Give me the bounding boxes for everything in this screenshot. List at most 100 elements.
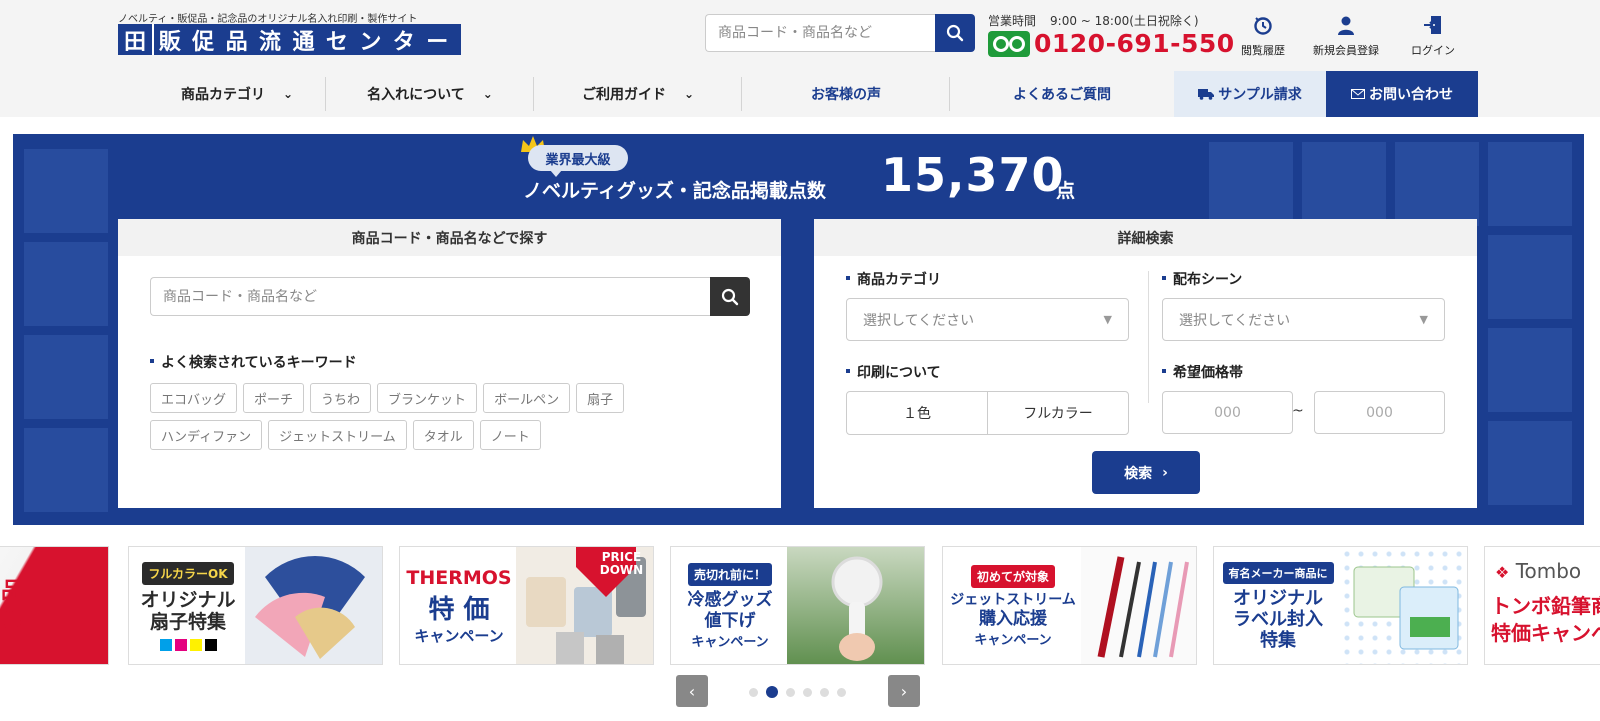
price-min-input[interactable] [1162, 391, 1293, 434]
slide-text: フルカラーOK オリジナル 扇子特集 [129, 547, 247, 664]
history-icon [1254, 17, 1272, 35]
nav-naire[interactable]: 名入れについて ⌄ [326, 71, 534, 117]
carousel-dot[interactable] [837, 687, 846, 697]
slide-line: 購入応援 [979, 608, 1047, 629]
chevron-down-icon: ⌄ [683, 87, 695, 101]
carousel-dot[interactable] [749, 687, 758, 697]
slide-line: 品 [1, 579, 24, 604]
nav-sample-request[interactable]: サンプル請求 [1174, 71, 1326, 117]
keyword-tag[interactable]: ポーチ [243, 383, 305, 413]
carousel-next-button[interactable]: › [888, 675, 920, 707]
carousel-dot[interactable] [820, 687, 829, 697]
phone-number[interactable]: 0120-691-550 [1034, 29, 1235, 58]
mail-icon [1351, 89, 1365, 99]
search-icon [946, 24, 964, 42]
nav-faq[interactable]: よくあるご質問 [950, 71, 1174, 117]
nav-label: ご利用ガイド [581, 87, 666, 103]
login-link[interactable]: ログイン [1411, 12, 1455, 58]
carousel-slide[interactable]: 有名メーカー商品に オリジナル ラベル封入 特集 [1213, 546, 1468, 665]
bg-tile [1395, 142, 1479, 226]
keyword-search-input[interactable] [150, 277, 710, 316]
nav-guide[interactable]: ご利用ガイド ⌄ [534, 71, 742, 117]
hours-value: 9:00 ~ 18:00(土日祝除く) [1050, 14, 1199, 28]
bg-tile [1488, 328, 1572, 412]
nav-label: お客様の声 [811, 87, 881, 103]
slide-text: 売切れ前に！ 冷感グッズ 値下げ キャンペーン [671, 547, 789, 664]
carousel-slide[interactable]: ❖ Tombo トンボ鉛筆商 特価キャンペ [1484, 546, 1600, 665]
slide-line: 特 価 [428, 594, 490, 625]
detail-search-panel: 詳細検索 商品カテゴリ 選択してください ▼ 配布シーン 選択してください ▼ 印刷… [814, 219, 1477, 508]
register-link[interactable]: 新規会員登録 [1313, 12, 1379, 58]
slide-brand: ❖ Tombo [1495, 559, 1581, 583]
keyword-tag[interactable]: うちわ [310, 383, 372, 413]
carousel-dots [749, 686, 846, 698]
hours-label: 営業時間 [988, 14, 1037, 28]
keyword-tag[interactable]: タオル [412, 420, 474, 450]
nav-label: 名入れについて [367, 87, 465, 103]
keyword-tag[interactable]: ブランケット [377, 383, 478, 413]
slide-pill: 売切れ前に！ [687, 563, 772, 587]
nav-contact[interactable]: お問い合わせ [1326, 71, 1478, 117]
product-count: 15,370 [881, 148, 1065, 202]
print-option-one-color[interactable]: １色 [847, 392, 987, 434]
header-search-button[interactable] [935, 14, 975, 52]
header-search-input[interactable] [705, 14, 935, 52]
bg-tile [1209, 142, 1293, 226]
keyword-tag[interactable]: ジェットストリーム [268, 420, 407, 450]
detail-search-button[interactable]: 検索 › [1092, 451, 1200, 494]
slide-brand-text: Tombo [1515, 559, 1582, 583]
carousel-slide[interactable]: THERMOS 特 価 キャンペーン PRICE DOWN [399, 546, 654, 665]
keyword-tag[interactable]: ボールペン [483, 383, 571, 413]
carousel-slide[interactable]: フルカラーOK オリジナル 扇子特集 [128, 546, 383, 665]
login-icon [1424, 16, 1441, 34]
slide-text: 有名メーカー商品に オリジナル ラベル封入 特集 [1214, 547, 1342, 664]
carousel-slide[interactable]: 品 ル [0, 546, 109, 665]
slide-line: キャンペーン [691, 634, 769, 650]
category-select[interactable]: 選択してください ▼ [846, 298, 1129, 341]
slide-text: 初めてが対象 ジェットストリーム 購入応援 キャンペーン [943, 547, 1083, 664]
carousel-slide[interactable]: 初めてが対象 ジェットストリーム 購入応援 キャンペーン [942, 546, 1197, 665]
keyword-tag[interactable]: 扇子 [576, 383, 625, 413]
logo-char: 通 [292, 29, 317, 55]
slide-text: 品 ル [1, 577, 23, 636]
slide-line: ル [1, 608, 24, 634]
keyword-tag[interactable]: ハンディファン [150, 420, 263, 450]
banner-carousel: 品 ル フルカラーOK オリジナル 扇子特集 THERMOS 特 価 キャンペー… [0, 546, 1600, 665]
nav-voices[interactable]: お客様の声 [742, 71, 950, 117]
carousel-slide[interactable]: 売切れ前に！ 冷感グッズ 値下げ キャンペーン [670, 546, 925, 665]
price-max-input[interactable] [1314, 391, 1445, 434]
carousel-dot[interactable] [803, 687, 812, 697]
chevron-right-icon: › [1162, 464, 1168, 481]
carousel-dot[interactable] [786, 687, 795, 697]
search-icon [721, 288, 739, 305]
logo-char: 販 [158, 29, 183, 55]
slide-line: キャンペーン [974, 632, 1052, 648]
login-label: ログイン [1411, 44, 1455, 57]
hero-title: ノベルティグッズ・記念品掲載点数 [523, 180, 826, 202]
history-link[interactable]: 閲覧履歴 [1241, 12, 1285, 58]
nav-product-category[interactable]: 商品カテゴリ ⌄ [148, 71, 326, 117]
business-hours: 営業時間 9:00 ~ 18:00(土日祝除く) [988, 12, 1199, 29]
logo-char: ー [426, 29, 451, 55]
product-count-unit: 点 [1056, 180, 1076, 202]
nav-label: サンプル請求 [1218, 87, 1302, 103]
print-option-full-color[interactable]: フルカラー [987, 392, 1128, 434]
ballpoint-pens-image [1081, 547, 1196, 664]
site-logo[interactable]: 田 販 促 品 流 通 セ ン タ ー [118, 24, 461, 55]
dragonfly-icon: ❖ [1495, 563, 1510, 582]
scene-select[interactable]: 選択してください ▼ [1162, 298, 1445, 341]
slide-line: 特価キャンペ [1491, 621, 1600, 645]
logo-char: タ [392, 29, 417, 55]
print-options: １色 フルカラー [846, 391, 1129, 435]
print-label: 印刷について [846, 362, 941, 382]
slide-line: 冷感グッズ [687, 590, 773, 611]
carousel-dot[interactable] [766, 686, 778, 698]
handy-fan-image [787, 547, 924, 664]
site-header: ノベルティ・販促品・記念品のオリジナル名入れ印刷・製作サイト 田 販 促 品 流… [0, 0, 1600, 117]
keyword-tag[interactable]: エコバッグ [150, 383, 238, 413]
keyword-tag[interactable]: ノート [479, 420, 541, 450]
keyword-search-button[interactable] [710, 277, 750, 316]
carousel-prev-button[interactable]: ‹ [676, 675, 708, 707]
main-nav: 商品カテゴリ ⌄ 名入れについて ⌄ ご利用ガイド ⌄ お客様の声 よくあるご質問 サ… [148, 71, 1478, 117]
slide-pill: 有名メーカー商品に [1222, 561, 1334, 584]
